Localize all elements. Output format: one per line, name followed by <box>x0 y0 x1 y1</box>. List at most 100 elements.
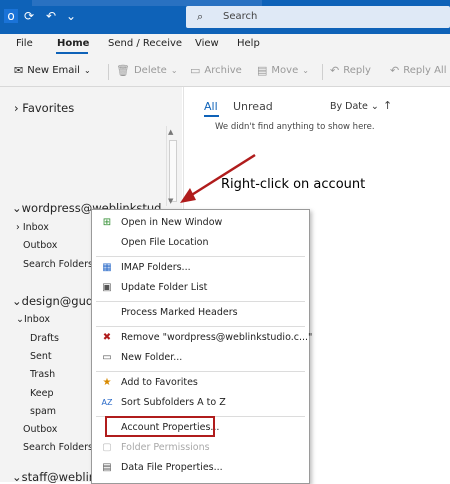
folder-trash[interactable]: Trash <box>30 369 55 380</box>
move-icon: ▤ <box>257 64 268 77</box>
remove-icon: ✖ <box>102 332 112 343</box>
tab-unread[interactable]: Unread <box>233 100 273 113</box>
archive-label: Archive <box>204 65 242 76</box>
menu-item-folder-permissions: ▢ Folder Permissions <box>92 439 309 458</box>
scroll-thumb[interactable] <box>169 140 177 202</box>
menu-item-label: Folder Permissions <box>121 442 210 453</box>
permissions-icon: ▢ <box>102 442 112 453</box>
empty-list-message: We didn't find anything to show here. <box>215 122 375 132</box>
move-button[interactable]: ▤ Move ⌄ <box>257 64 309 77</box>
menu-item-label: Update Folder List <box>121 282 208 293</box>
tab-view[interactable]: View <box>195 38 219 49</box>
context-menu: ⊞ Open in New Window Open File Location … <box>91 209 313 484</box>
folder-outbox[interactable]: Outbox <box>23 240 57 251</box>
menu-item-label: Add to Favorites <box>121 377 198 388</box>
sort-label: By Date <box>330 101 368 112</box>
menu-item-process-marked-headers[interactable]: Process Marked Headers <box>92 304 309 323</box>
archive-button[interactable]: ▭ Archive <box>190 64 242 77</box>
menu-item-open-file-location[interactable]: Open File Location <box>92 234 309 253</box>
menu-item-label: Open File Location <box>121 237 209 248</box>
folder-sent[interactable]: Sent <box>30 351 52 362</box>
menu-separator <box>96 326 305 327</box>
toolbar-divider <box>322 64 323 80</box>
menu-separator <box>96 371 305 372</box>
scroll-up-icon[interactable]: ▲ <box>168 128 176 137</box>
folder-inbox[interactable]: ⌄Inbox <box>16 314 50 325</box>
menu-item-data-file-properties[interactable]: ▤ Data File Properties... <box>92 459 309 478</box>
outlook-logo-icon: o <box>4 9 18 23</box>
sync-icon[interactable]: ⟳ <box>22 9 36 23</box>
update-list-icon: ▣ <box>102 282 112 293</box>
menu-separator <box>96 256 305 257</box>
menu-item-label: New Folder... <box>121 352 183 363</box>
folder-label: Inbox <box>22 222 49 233</box>
chevron-down-icon: ⌄ <box>170 66 178 75</box>
tab-file[interactable]: File <box>16 38 33 49</box>
archive-icon: ▭ <box>190 64 201 77</box>
folder-label: Inbox <box>23 314 50 325</box>
delete-label: Delete <box>133 65 167 76</box>
chevron-down-icon[interactable]: ⌄ <box>84 66 91 75</box>
tab-home[interactable]: Home <box>57 38 89 49</box>
reply-button[interactable]: ↶ Reply <box>330 64 371 77</box>
folder-outbox[interactable]: Outbox <box>23 424 57 435</box>
search-box[interactable]: ⌕ Search <box>186 6 450 28</box>
dropdown-icon[interactable]: ⌄ <box>64 9 78 23</box>
favorites-header[interactable]: › Favorites <box>14 101 74 115</box>
imap-folders-icon: ▦ <box>102 262 112 273</box>
tab-help[interactable]: Help <box>237 38 260 49</box>
new-email-label: New Email <box>27 65 80 76</box>
favorites-label: Favorites <box>22 101 75 115</box>
menu-separator <box>96 301 305 302</box>
active-filter-indicator <box>204 115 219 117</box>
data-file-icon: ▤ <box>102 462 112 473</box>
reply-icon: ↶ <box>330 64 340 77</box>
menu-item-new-folder[interactable]: ▭ New Folder... <box>92 349 309 368</box>
chevron-down-icon: ⌄ <box>370 101 379 112</box>
menu-item-update-folder-list[interactable]: ▣ Update Folder List <box>92 279 309 298</box>
menu-item-label: IMAP Folders... <box>121 262 191 273</box>
menu-item-remove-account[interactable]: ✖ Remove "wordpress@weblinkstudio.c..." <box>92 329 313 348</box>
search-icon: ⌕ <box>197 10 204 23</box>
account-properties-highlight <box>105 416 215 437</box>
new-email-button[interactable]: ✉ New Email ⌄ <box>14 64 91 77</box>
menu-item-label: Process Marked Headers <box>121 307 238 318</box>
folder-inbox[interactable]: › Inbox <box>16 222 49 233</box>
favorites-icon: ★ <box>102 377 112 388</box>
undo-icon[interactable]: ↶ <box>44 9 58 23</box>
menu-item-label: Sort Subfolders A to Z <box>121 397 226 408</box>
trash-icon: 🗑 <box>116 64 130 77</box>
envelope-icon: ✉ <box>14 64 24 77</box>
menu-item-label: Data File Properties... <box>121 462 223 473</box>
menu-item-add-to-favorites[interactable]: ★ Add to Favorites <box>92 374 309 393</box>
folder-search-folders[interactable]: Search Folders <box>23 259 93 270</box>
tab-send-receive[interactable]: Send / Receive <box>108 38 182 49</box>
folder-drafts[interactable]: Drafts <box>30 333 59 344</box>
reply-all-button[interactable]: ↶ Reply All <box>390 64 447 77</box>
toolbar-divider <box>108 64 109 80</box>
sort-dropdown[interactable]: By Date ⌄ <box>330 101 379 112</box>
menu-item-label: Remove "wordpress@weblinkstudio.c..." <box>121 332 313 343</box>
menu-item-open-new-window[interactable]: ⊞ Open in New Window <box>92 214 309 233</box>
menu-item-imap-folders[interactable]: ▦ IMAP Folders... <box>92 259 309 278</box>
menu-item-label: Open in New Window <box>121 217 223 228</box>
folder-keep[interactable]: Keep <box>30 388 53 399</box>
ribbon-toolbar: ✉ New Email ⌄ 🗑 Delete ⌄ ▭ Archive ▤ Mov… <box>0 56 450 87</box>
tab-all[interactable]: All <box>204 100 218 113</box>
account-design-label: design@gudr <box>21 294 98 308</box>
sort-az-icon: AZ <box>101 398 113 407</box>
new-window-icon: ⊞ <box>102 217 112 228</box>
chevron-down-icon: ⌄ <box>302 66 309 75</box>
sort-direction-icon[interactable]: ↑ <box>383 99 392 112</box>
folder-spam[interactable]: spam <box>30 406 56 417</box>
account-design[interactable]: ⌄design@gudr <box>12 294 98 308</box>
move-label: Move <box>271 65 299 76</box>
menu-item-sort-subfolders[interactable]: AZ Sort Subfolders A to Z <box>92 394 309 413</box>
annotation-text: Right-click on account <box>221 177 366 192</box>
delete-button[interactable]: 🗑 Delete ⌄ <box>116 64 178 77</box>
reply-all-label: Reply All <box>403 65 447 76</box>
search-placeholder: Search <box>223 11 258 22</box>
folder-search-folders[interactable]: Search Folders <box>23 442 93 453</box>
reply-label: Reply <box>343 65 371 76</box>
new-folder-icon: ▭ <box>102 352 112 363</box>
